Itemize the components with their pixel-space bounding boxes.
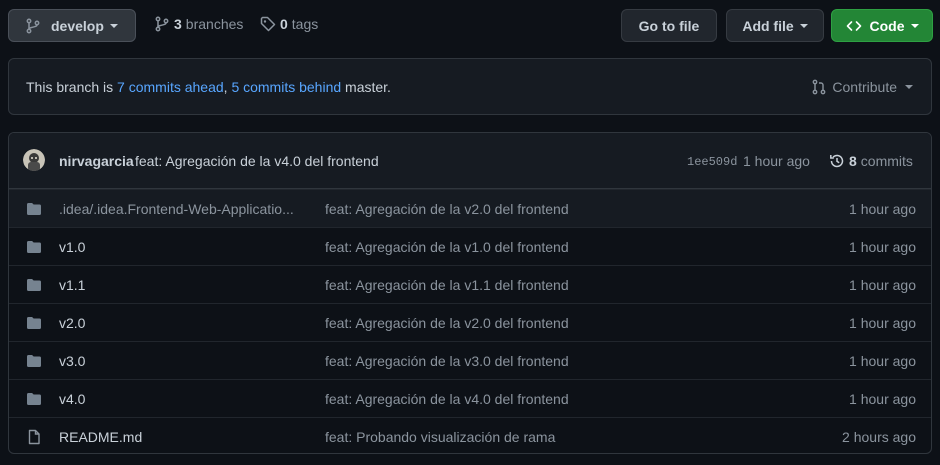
file-name[interactable]: v1.0 bbox=[59, 239, 309, 255]
file-age: 1 hour ago bbox=[849, 239, 916, 255]
folder-icon bbox=[26, 391, 42, 407]
file-name[interactable]: v1.1 bbox=[59, 277, 309, 293]
folder-icon bbox=[26, 315, 42, 331]
file-name[interactable]: .idea/.idea.Frontend-Web-Applicatio... bbox=[59, 201, 309, 217]
table-row[interactable]: README.md feat: Probando visualización de… bbox=[9, 417, 931, 453]
file-commit-message[interactable]: feat: Agregación de la v3.0 del frontend bbox=[325, 353, 569, 369]
file-name[interactable]: v4.0 bbox=[59, 391, 309, 407]
banner-suffix: master. bbox=[345, 79, 391, 95]
branches-count: 3 bbox=[174, 16, 182, 32]
go-to-file-button[interactable]: Go to file bbox=[621, 9, 717, 42]
file-commit-message[interactable]: feat: Agregación de la v1.0 del frontend bbox=[325, 239, 569, 255]
file-commit-message[interactable]: feat: Agregación de la v2.0 del frontend bbox=[325, 315, 569, 331]
commits-ahead-link[interactable]: 7 commits ahead bbox=[117, 79, 224, 95]
file-icon bbox=[26, 429, 42, 445]
tag-icon bbox=[260, 16, 276, 32]
commit-message[interactable]: feat: Agregación de la v4.0 del frontend bbox=[135, 153, 379, 169]
code-label: Code bbox=[869, 17, 905, 34]
file-name[interactable]: README.md bbox=[59, 429, 309, 445]
avatar[interactable] bbox=[23, 149, 45, 171]
tags-label: tags bbox=[291, 16, 319, 32]
add-file-label: Add file bbox=[742, 17, 794, 34]
file-name[interactable]: v3.0 bbox=[59, 353, 309, 369]
latest-commit-bar: nirvagarcia feat: Agregación de la v4.0 … bbox=[9, 133, 931, 189]
table-row[interactable]: v2.0 feat: Agregación de la v2.0 del fron… bbox=[9, 303, 931, 341]
folder-icon bbox=[26, 277, 42, 293]
contribute-label: Contribute bbox=[832, 79, 897, 95]
file-age: 1 hour ago bbox=[849, 315, 916, 331]
file-age: 1 hour ago bbox=[849, 391, 916, 407]
code-button[interactable]: Code bbox=[831, 9, 933, 42]
branch-name: develop bbox=[51, 17, 104, 34]
chevron-down-icon bbox=[799, 23, 808, 28]
chevron-down-icon bbox=[905, 85, 913, 89]
file-table: nirvagarcia feat: Agregación de la v4.0 … bbox=[8, 132, 932, 454]
git-branch-icon bbox=[154, 16, 170, 32]
tags-link[interactable]: 0 tags bbox=[260, 16, 318, 32]
commits-label: commits bbox=[860, 153, 913, 169]
branch-status-text: This branch is 7 commits ahead, 5 commit… bbox=[26, 79, 391, 95]
history-icon bbox=[829, 153, 845, 169]
banner-separator: , bbox=[223, 79, 228, 95]
branches-label: branches bbox=[185, 16, 244, 32]
commits-count: 8 bbox=[849, 153, 857, 169]
banner-prefix: This branch is bbox=[26, 79, 114, 95]
git-branch-icon bbox=[25, 18, 41, 34]
table-row[interactable]: v4.0 feat: Agregación de la v4.0 del fron… bbox=[9, 379, 931, 417]
commit-author[interactable]: nirvagarcia bbox=[59, 153, 134, 169]
folder-icon bbox=[26, 353, 42, 369]
table-row[interactable]: v1.1 feat: Agregación de la v1.1 del fron… bbox=[9, 265, 931, 303]
file-commit-message[interactable]: feat: Agregación de la v1.1 del frontend bbox=[325, 277, 569, 293]
chevron-down-icon bbox=[109, 23, 118, 28]
branch-selector-button[interactable]: develop bbox=[8, 9, 136, 42]
commits-behind-link[interactable]: 5 commits behind bbox=[231, 79, 341, 95]
file-name[interactable]: v2.0 bbox=[59, 315, 309, 331]
file-commit-message[interactable]: feat: Agregación de la v2.0 del frontend bbox=[325, 201, 569, 217]
chevron-down-icon bbox=[910, 23, 919, 28]
table-row[interactable]: v1.0 feat: Agregación de la v1.0 del fron… bbox=[9, 227, 931, 265]
branch-comparison-banner: This branch is 7 commits ahead, 5 commit… bbox=[8, 58, 932, 115]
file-age: 1 hour ago bbox=[849, 353, 916, 369]
contribute-dropdown[interactable]: Contribute bbox=[811, 79, 913, 95]
file-commit-message[interactable]: feat: Agregación de la v4.0 del frontend bbox=[325, 391, 569, 407]
tags-count: 0 bbox=[280, 16, 288, 32]
table-row[interactable]: .idea/.idea.Frontend-Web-Applicatio... fe… bbox=[9, 189, 931, 227]
table-row[interactable]: v3.0 feat: Agregación de la v3.0 del fron… bbox=[9, 341, 931, 379]
file-age: 2 hours ago bbox=[842, 429, 916, 445]
file-age: 1 hour ago bbox=[849, 277, 916, 293]
code-icon bbox=[846, 18, 862, 34]
folder-icon bbox=[26, 239, 42, 255]
add-file-button[interactable]: Add file bbox=[726, 9, 824, 42]
file-commit-message[interactable]: feat: Probando visualización de rama bbox=[325, 429, 555, 445]
commit-sha[interactable]: 1ee509d bbox=[687, 155, 737, 169]
file-age: 1 hour ago bbox=[849, 201, 916, 217]
commits-link[interactable]: 8 commits bbox=[829, 153, 913, 169]
commit-time: 1 hour ago bbox=[743, 153, 810, 169]
folder-icon bbox=[26, 201, 42, 217]
pull-request-icon bbox=[811, 79, 827, 95]
branches-link[interactable]: 3 branches bbox=[154, 16, 243, 32]
go-to-file-label: Go to file bbox=[638, 17, 700, 34]
